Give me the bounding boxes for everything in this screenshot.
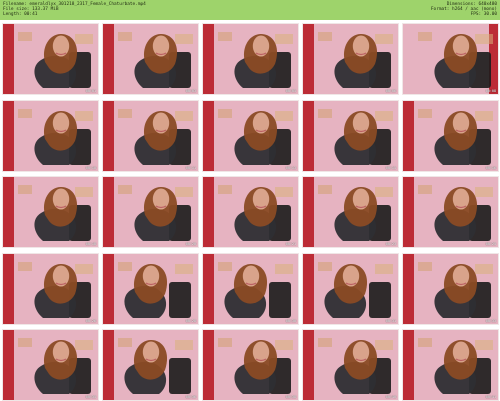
thumbnail-frame[interactable]: 00:06 [302, 23, 399, 95]
thumbnail-timestamp: 00:41 [485, 395, 496, 399]
thumbnail-frame[interactable]: 00:35 [2, 329, 99, 401]
thumbnail-frame[interactable]: 00:08 [402, 23, 499, 95]
thumbnail-frame[interactable]: 00:03 [102, 23, 199, 95]
thumbnail-frame[interactable]: 00:18 [2, 176, 99, 248]
thumbnail-timestamp: 00:40 [385, 395, 396, 399]
thumbnail-frame[interactable]: 00:25 [402, 176, 499, 248]
thumbnail-timestamp: 00:05 [285, 89, 296, 93]
thumbnail-timestamp: 00:10 [85, 165, 96, 170]
thumbnail-timestamp: 00:35 [85, 395, 96, 399]
thumbnail-timestamp: 00:03 [185, 89, 196, 93]
thumbnail-timestamp: 00:26 [85, 318, 96, 323]
thumbnail-timestamp: 00:08 [485, 89, 496, 93]
header-right-info: Dimensions: 640x480 Format: h264 / aac (… [431, 2, 497, 18]
thumbnail-timestamp: 00:30 [285, 318, 296, 323]
length-text: Length: 00:41 [3, 12, 38, 18]
thumbnail-frame[interactable]: 00:01 [2, 23, 99, 95]
thumbnail-frame[interactable]: 00:23 [302, 176, 399, 248]
thumbnail-timestamp: 00:11 [185, 165, 196, 170]
thumbnail-timestamp: 00:38 [285, 395, 296, 399]
thumbnail-timestamp: 00:13 [285, 165, 296, 170]
thumbnail-timestamp: 00:06 [385, 89, 396, 93]
thumbnail-timestamp: 00:25 [485, 242, 496, 246]
thumbnail-frame[interactable]: 00:36 [102, 329, 199, 401]
thumbnail-frame[interactable]: 00:38 [202, 329, 299, 401]
thumbnail-frame[interactable]: 00:20 [102, 176, 199, 248]
thumbnail-timestamp: 00:20 [185, 242, 196, 246]
thumbnail-timestamp: 00:33 [485, 318, 496, 323]
thumbnail-timestamp: 00:15 [385, 165, 396, 170]
thumbnail-frame[interactable]: 00:16 [402, 99, 499, 172]
thumbnail-frame[interactable]: 00:13 [202, 99, 299, 172]
thumbnail-frame[interactable]: 00:26 [2, 252, 99, 325]
thumbnail-timestamp: 00:16 [485, 165, 496, 170]
thumbnail-timestamp: 00:18 [85, 242, 96, 246]
thumbnail-frame[interactable]: 00:05 [202, 23, 299, 95]
thumbnail-frame[interactable]: 00:31 [302, 252, 399, 325]
thumbnail-timestamp: 00:31 [385, 318, 396, 323]
thumbnail-timestamp: 00:23 [385, 242, 396, 246]
thumbnail-frame[interactable]: 00:30 [202, 252, 299, 325]
thumbnail-frame[interactable]: 00:33 [402, 252, 499, 325]
thumbnail-frame[interactable]: 00:40 [302, 329, 399, 401]
thumbnail-frame[interactable]: 00:41 [402, 329, 499, 401]
thumbnail-grid: 00:01 00:03 00:05 00:06 00:08 00:10 00:1… [0, 20, 500, 401]
header-left-info: Filename: emeraldlyx_301218_2317_Female_… [3, 2, 146, 18]
thumbnail-frame[interactable]: 00:28 [102, 252, 199, 325]
thumbnail-timestamp: 00:36 [185, 395, 196, 399]
fps-text: FPS: 30.00 [470, 12, 497, 18]
contact-sheet-header: Filename: emeraldlyx_301218_2317_Female_… [0, 0, 500, 20]
thumbnail-frame[interactable]: 00:10 [2, 99, 99, 172]
thumbnail-frame[interactable]: 00:21 [202, 176, 299, 248]
thumbnail-timestamp: 00:21 [285, 242, 296, 246]
thumbnail-frame[interactable]: 00:15 [302, 99, 399, 172]
thumbnail-frame[interactable]: 00:11 [102, 99, 199, 172]
thumbnail-timestamp: 00:01 [85, 89, 96, 93]
thumbnail-timestamp: 00:28 [185, 318, 196, 323]
